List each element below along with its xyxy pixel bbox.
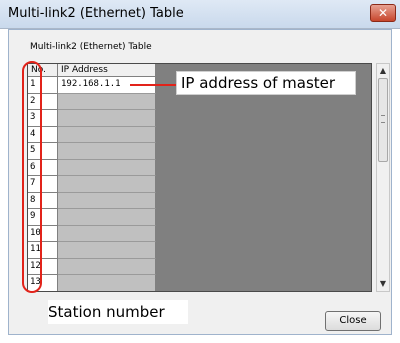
ip-address-cell[interactable] xyxy=(58,225,156,242)
ip-address-cell[interactable] xyxy=(58,275,156,291)
column-header-ip: IP Address xyxy=(58,64,156,77)
dialog-window: Multi-link2 (Ethernet) Table ✕ Multi-lin… xyxy=(0,0,400,343)
table-label: Multi-link2 (Ethernet) Table xyxy=(30,42,152,52)
ip-address-cell[interactable] xyxy=(58,258,156,275)
scroll-up-icon[interactable]: ▲ xyxy=(377,64,389,78)
ip-address-cell[interactable] xyxy=(58,159,156,176)
close-button[interactable]: Close xyxy=(325,311,381,331)
ip-address-cell[interactable] xyxy=(58,242,156,259)
scroll-down-icon[interactable]: ▼ xyxy=(377,277,389,291)
ip-address-cell[interactable] xyxy=(58,209,156,226)
ip-address-cell[interactable] xyxy=(58,192,156,209)
station-number-highlight xyxy=(22,61,42,293)
annotation-ip-master: IP address of master xyxy=(176,71,356,95)
annotation-station-number: Station number xyxy=(48,300,188,324)
annotation-pointer-line xyxy=(130,84,178,86)
window-title: Multi-link2 (Ethernet) Table xyxy=(8,6,184,21)
ip-address-cell[interactable] xyxy=(58,110,156,127)
title-bar: Multi-link2 (Ethernet) Table ✕ xyxy=(0,0,400,29)
multilink-table: No. IP Address 1 192.168.1.1 2 3 4 5 6 7 8 9 10 11 1… xyxy=(27,63,372,292)
ip-address-cell[interactable] xyxy=(58,126,156,143)
ip-address-cell[interactable] xyxy=(58,143,156,160)
ip-address-cell[interactable] xyxy=(58,93,156,110)
close-icon[interactable]: ✕ xyxy=(370,4,396,22)
vertical-scrollbar[interactable]: ▲ ▼ xyxy=(376,63,390,292)
scroll-thumb[interactable] xyxy=(378,78,388,162)
grip-icon xyxy=(381,115,385,123)
ip-address-cell[interactable] xyxy=(58,176,156,193)
